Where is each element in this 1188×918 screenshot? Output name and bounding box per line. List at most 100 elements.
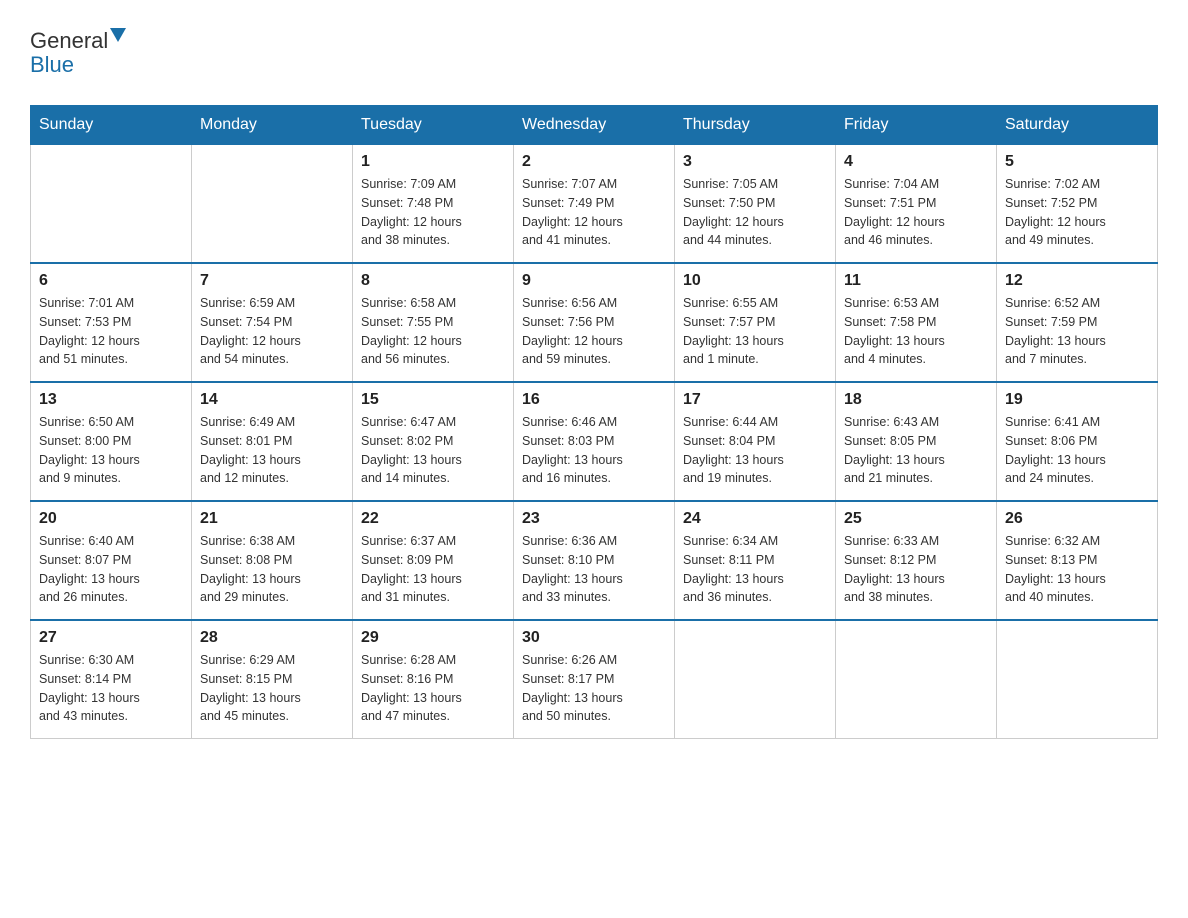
calendar-cell [836,620,997,739]
day-number: 6 [39,272,183,290]
calendar-cell: 7 Sunrise: 6:59 AM Sunset: 7:54 PM Daylig… [192,263,353,382]
calendar-cell [675,620,836,739]
header-thursday: Thursday [675,106,836,145]
header-sunday: Sunday [31,106,192,145]
calendar-cell: 11Sunrise: 6:53 AM Sunset: 7:58 PM Dayli… [836,263,997,382]
day-number: 4 [844,153,988,171]
day-number: 16 [522,391,666,409]
page-header: General Blue [30,20,1158,85]
calendar-header-row: SundayMondayTuesdayWednesdayThursdayFrid… [31,106,1158,145]
header-wednesday: Wednesday [514,106,675,145]
day-info: Sunrise: 6:40 AM Sunset: 8:07 PM Dayligh… [39,532,183,607]
calendar-cell [997,620,1158,739]
day-number: 22 [361,510,505,528]
calendar-cell: 22Sunrise: 6:37 AM Sunset: 8:09 PM Dayli… [353,501,514,620]
calendar-cell: 28 Sunrise: 6:29 AM Sunset: 8:15 PM Dayli… [192,620,353,739]
day-info: Sunrise: 7:04 AM Sunset: 7:51 PM Dayligh… [844,175,988,250]
day-number: 23 [522,510,666,528]
calendar-cell: 15Sunrise: 6:47 AM Sunset: 8:02 PM Dayli… [353,382,514,501]
day-number: 5 [1005,153,1149,171]
calendar-cell: 19 Sunrise: 6:41 AM Sunset: 8:06 PM Dayli… [997,382,1158,501]
day-info: Sunrise: 6:32 AM Sunset: 8:13 PM Dayligh… [1005,532,1149,607]
day-number: 28 [200,629,344,647]
calendar-cell: 4 Sunrise: 7:04 AM Sunset: 7:51 PM Daylig… [836,145,997,264]
header-tuesday: Tuesday [353,106,514,145]
day-number: 12 [1005,272,1149,290]
calendar-table: SundayMondayTuesdayWednesdayThursdayFrid… [30,105,1158,739]
day-info: Sunrise: 6:50 AM Sunset: 8:00 PM Dayligh… [39,413,183,488]
day-number: 14 [200,391,344,409]
day-info: Sunrise: 6:52 AM Sunset: 7:59 PM Dayligh… [1005,294,1149,369]
calendar-cell: 27 Sunrise: 6:30 AM Sunset: 8:14 PM Dayli… [31,620,192,739]
calendar-cell: 18 Sunrise: 6:43 AM Sunset: 8:05 PM Dayli… [836,382,997,501]
day-info: Sunrise: 6:30 AM Sunset: 8:14 PM Dayligh… [39,651,183,726]
day-info: Sunrise: 6:34 AM Sunset: 8:11 PM Dayligh… [683,532,827,607]
day-number: 10 [683,272,827,290]
logo-svg: General Blue [30,20,150,80]
day-number: 26 [1005,510,1149,528]
calendar-cell: 23Sunrise: 6:36 AM Sunset: 8:10 PM Dayli… [514,501,675,620]
day-number: 3 [683,153,827,171]
day-info: Sunrise: 6:53 AM Sunset: 7:58 PM Dayligh… [844,294,988,369]
day-info: Sunrise: 6:38 AM Sunset: 8:08 PM Dayligh… [200,532,344,607]
day-info: Sunrise: 6:59 AM Sunset: 7:54 PM Dayligh… [200,294,344,369]
calendar-week-row: 1 Sunrise: 7:09 AM Sunset: 7:48 PM Daylig… [31,145,1158,264]
day-number: 29 [361,629,505,647]
calendar-cell [192,145,353,264]
calendar-cell: 16 Sunrise: 6:46 AM Sunset: 8:03 PM Dayli… [514,382,675,501]
day-info: Sunrise: 7:05 AM Sunset: 7:50 PM Dayligh… [683,175,827,250]
day-number: 27 [39,629,183,647]
calendar-cell: 12 Sunrise: 6:52 AM Sunset: 7:59 PM Dayli… [997,263,1158,382]
day-info: Sunrise: 6:26 AM Sunset: 8:17 PM Dayligh… [522,651,666,726]
day-info: Sunrise: 6:33 AM Sunset: 8:12 PM Dayligh… [844,532,988,607]
logo-graphic: General Blue [30,20,150,85]
day-info: Sunrise: 6:41 AM Sunset: 8:06 PM Dayligh… [1005,413,1149,488]
day-number: 30 [522,629,666,647]
calendar-cell: 3 Sunrise: 7:05 AM Sunset: 7:50 PM Daylig… [675,145,836,264]
calendar-cell: 5 Sunrise: 7:02 AM Sunset: 7:52 PM Daylig… [997,145,1158,264]
calendar-cell: 30 Sunrise: 6:26 AM Sunset: 8:17 PM Dayli… [514,620,675,739]
day-number: 7 [200,272,344,290]
calendar-cell: 6 Sunrise: 7:01 AM Sunset: 7:53 PM Daylig… [31,263,192,382]
calendar-cell: 14Sunrise: 6:49 AM Sunset: 8:01 PM Dayli… [192,382,353,501]
day-info: Sunrise: 6:58 AM Sunset: 7:55 PM Dayligh… [361,294,505,369]
day-info: Sunrise: 7:01 AM Sunset: 7:53 PM Dayligh… [39,294,183,369]
day-number: 13 [39,391,183,409]
calendar-week-row: 20Sunrise: 6:40 AM Sunset: 8:07 PM Dayli… [31,501,1158,620]
svg-text:Blue: Blue [30,52,74,77]
day-info: Sunrise: 6:43 AM Sunset: 8:05 PM Dayligh… [844,413,988,488]
calendar-cell: 9 Sunrise: 6:56 AM Sunset: 7:56 PM Daylig… [514,263,675,382]
day-info: Sunrise: 6:29 AM Sunset: 8:15 PM Dayligh… [200,651,344,726]
calendar-week-row: 13 Sunrise: 6:50 AM Sunset: 8:00 PM Dayli… [31,382,1158,501]
calendar-week-row: 27 Sunrise: 6:30 AM Sunset: 8:14 PM Dayli… [31,620,1158,739]
day-number: 18 [844,391,988,409]
day-info: Sunrise: 6:44 AM Sunset: 8:04 PM Dayligh… [683,413,827,488]
calendar-cell: 21 Sunrise: 6:38 AM Sunset: 8:08 PM Dayli… [192,501,353,620]
day-info: Sunrise: 7:02 AM Sunset: 7:52 PM Dayligh… [1005,175,1149,250]
day-number: 1 [361,153,505,171]
day-number: 15 [361,391,505,409]
logo: General Blue [30,20,150,85]
day-number: 2 [522,153,666,171]
calendar-cell [31,145,192,264]
header-monday: Monday [192,106,353,145]
calendar-cell: 17 Sunrise: 6:44 AM Sunset: 8:04 PM Dayli… [675,382,836,501]
day-info: Sunrise: 7:07 AM Sunset: 7:49 PM Dayligh… [522,175,666,250]
day-info: Sunrise: 6:28 AM Sunset: 8:16 PM Dayligh… [361,651,505,726]
day-number: 8 [361,272,505,290]
day-number: 25 [844,510,988,528]
calendar-cell: 13 Sunrise: 6:50 AM Sunset: 8:00 PM Dayli… [31,382,192,501]
day-number: 17 [683,391,827,409]
header-saturday: Saturday [997,106,1158,145]
calendar-cell: 29 Sunrise: 6:28 AM Sunset: 8:16 PM Dayli… [353,620,514,739]
day-info: Sunrise: 7:09 AM Sunset: 7:48 PM Dayligh… [361,175,505,250]
day-info: Sunrise: 6:56 AM Sunset: 7:56 PM Dayligh… [522,294,666,369]
calendar-cell: 25 Sunrise: 6:33 AM Sunset: 8:12 PM Dayli… [836,501,997,620]
day-number: 24 [683,510,827,528]
calendar-cell: 26 Sunrise: 6:32 AM Sunset: 8:13 PM Dayli… [997,501,1158,620]
calendar-cell: 20Sunrise: 6:40 AM Sunset: 8:07 PM Dayli… [31,501,192,620]
day-number: 21 [200,510,344,528]
day-number: 9 [522,272,666,290]
day-info: Sunrise: 6:46 AM Sunset: 8:03 PM Dayligh… [522,413,666,488]
day-number: 19 [1005,391,1149,409]
